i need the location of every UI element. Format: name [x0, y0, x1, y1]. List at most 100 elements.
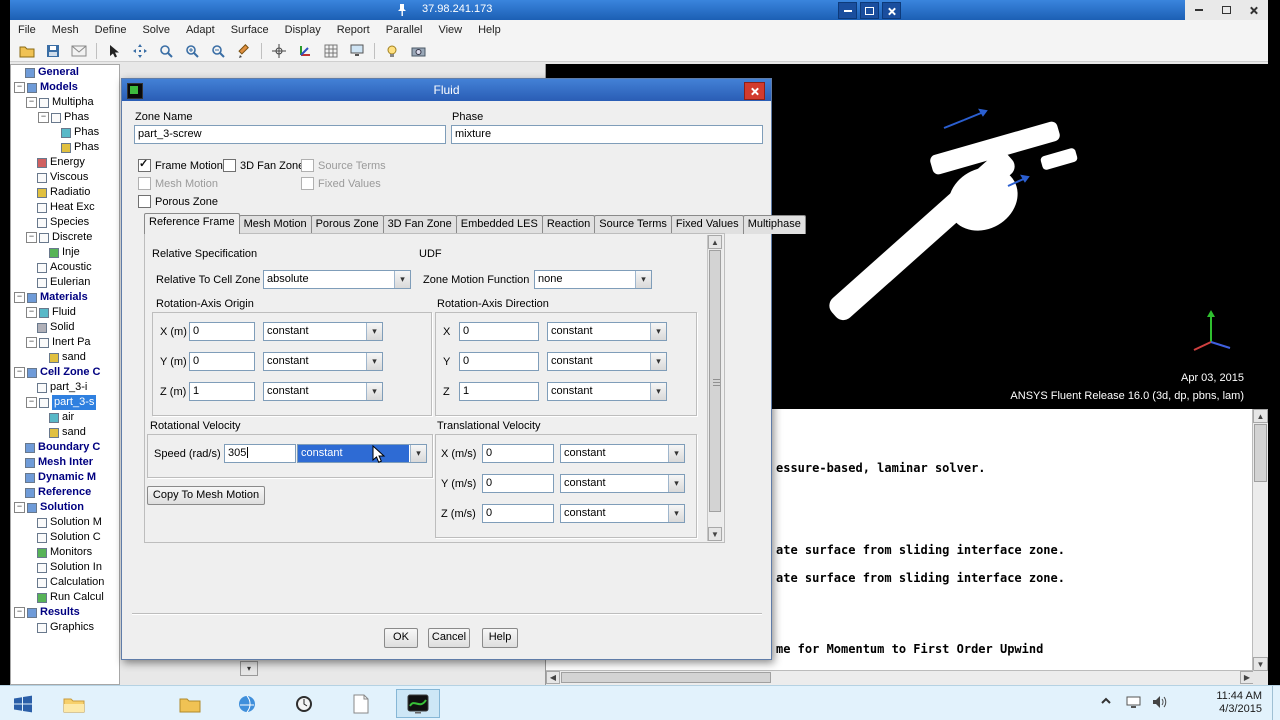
z-origin-fn-select[interactable]: constant [263, 382, 383, 401]
tree-item-phase[interactable]: Phas [11, 140, 119, 155]
relative-to-cell-zone-select[interactable]: absolute [263, 270, 411, 289]
y-velocity-input[interactable]: 0 [482, 474, 554, 493]
menu-mesh[interactable]: Mesh [44, 20, 87, 40]
volume-icon[interactable] [1152, 695, 1168, 712]
tree-item-solution-controls[interactable]: Solution C [11, 530, 119, 545]
x-origin-fn-select[interactable]: constant [263, 322, 383, 341]
tree-item-phases[interactable]: Phas [11, 110, 119, 125]
scroll-thumb[interactable] [1254, 424, 1267, 482]
tree-item-sand[interactable]: sand [11, 350, 119, 365]
tree-item-part3-inlet[interactable]: part_3-i [11, 380, 119, 395]
dialog-scrollbar[interactable]: ▲ ▼ [707, 235, 723, 541]
ok-button[interactable]: OK [384, 628, 418, 648]
menu-solve[interactable]: Solve [134, 20, 178, 40]
network-icon[interactable] [1126, 695, 1142, 712]
lights-icon[interactable] [379, 40, 405, 62]
tree-item-monitors[interactable]: Monitors [11, 545, 119, 560]
collapse-icon[interactable] [14, 82, 25, 93]
y-velocity-fn-select[interactable]: constant [560, 474, 685, 493]
collapse-icon[interactable] [14, 607, 25, 618]
fan-zone-checkbox[interactable]: 3D Fan Zone [223, 159, 304, 172]
start-button[interactable] [2, 689, 44, 718]
tab-mesh-motion[interactable]: Mesh Motion [238, 215, 312, 234]
z-velocity-fn-select[interactable]: constant [560, 504, 685, 523]
menu-help[interactable]: Help [470, 20, 509, 40]
rdp-close-button[interactable] [882, 2, 901, 19]
tree-item-species[interactable]: Species [11, 215, 119, 230]
x-velocity-input[interactable]: 0 [482, 444, 554, 463]
taskbar-document-app[interactable] [339, 689, 383, 718]
scroll-thumb[interactable] [709, 250, 721, 512]
pointer-icon[interactable] [101, 40, 127, 62]
taskbar-clock-app[interactable] [282, 689, 326, 718]
scroll-right-icon[interactable]: ▶ [1240, 671, 1254, 684]
z-velocity-input[interactable]: 0 [482, 504, 554, 523]
tree-item-solution-methods[interactable]: Solution M [11, 515, 119, 530]
open-icon[interactable] [14, 40, 40, 62]
tree-item-solid[interactable]: Solid [11, 320, 119, 335]
monitor-icon[interactable] [344, 40, 370, 62]
menu-adapt[interactable]: Adapt [178, 20, 223, 40]
tree-item-cell-zone-conditions[interactable]: Cell Zone C [11, 365, 119, 380]
window-maximize-button[interactable] [1215, 2, 1237, 18]
tree-item-acoustics[interactable]: Acoustic [11, 260, 119, 275]
cancel-button[interactable]: Cancel [428, 628, 470, 648]
tab-multiphase[interactable]: Multiphase [742, 215, 806, 234]
tab-reaction[interactable]: Reaction [541, 215, 596, 234]
save-icon[interactable] [40, 40, 66, 62]
hidden-combo-fragment[interactable]: ▾ [240, 661, 258, 676]
pin-icon[interactable] [396, 3, 408, 20]
tab-source-terms[interactable]: Source Terms [594, 215, 672, 234]
tree-item-general[interactable]: General [11, 65, 119, 80]
menu-report[interactable]: Report [329, 20, 378, 40]
tab-embedded-les[interactable]: Embedded LES [455, 215, 543, 234]
z-origin-input[interactable]: 1 [189, 382, 255, 401]
tree-item-viscous[interactable]: Viscous [11, 170, 119, 185]
scroll-down-icon[interactable]: ▼ [708, 527, 722, 541]
tree-item-heat-exchanger[interactable]: Heat Exc [11, 200, 119, 215]
window-minimize-button[interactable] [1188, 2, 1210, 18]
mesh-motion-checkbox[interactable]: Mesh Motion [138, 177, 218, 190]
zoom-in-icon[interactable] [179, 40, 205, 62]
tree-item-models[interactable]: Models [11, 80, 119, 95]
zoom-out-icon[interactable] [205, 40, 231, 62]
tree-item-solution-initialization[interactable]: Solution In [11, 560, 119, 575]
pan-icon[interactable] [127, 40, 153, 62]
scroll-left-icon[interactable]: ◀ [546, 671, 560, 684]
y-origin-fn-select[interactable]: constant [263, 352, 383, 371]
tree-item-materials[interactable]: Materials [11, 290, 119, 305]
rdp-restore-button[interactable] [860, 2, 879, 19]
dialog-title-bar[interactable]: Fluid [122, 79, 771, 101]
z-direction-input[interactable]: 1 [459, 382, 539, 401]
probe-icon[interactable] [266, 40, 292, 62]
tray-expand-icon[interactable] [1100, 695, 1112, 710]
x-velocity-fn-select[interactable]: constant [560, 444, 685, 463]
tree-item-reference-values[interactable]: Reference [11, 485, 119, 500]
x-origin-input[interactable]: 0 [189, 322, 255, 341]
tree-item-injections[interactable]: Inje [11, 245, 119, 260]
tree-item-dynamic-mesh[interactable]: Dynamic M [11, 470, 119, 485]
speed-input[interactable]: 305 [224, 444, 296, 463]
show-desktop-button[interactable] [1272, 686, 1280, 720]
phase-input[interactable]: mixture [451, 125, 763, 144]
tree-item-discrete-phase[interactable]: Discrete [11, 230, 119, 245]
tree-item-results[interactable]: Results [11, 605, 119, 620]
console-vertical-scrollbar[interactable]: ▲ ▼ [1252, 409, 1268, 671]
tree-item-run-calculation[interactable]: Run Calcul [11, 590, 119, 605]
console-horizontal-scrollbar[interactable]: ◀ ▶ [546, 670, 1254, 685]
tree-item-mesh-interfaces[interactable]: Mesh Inter [11, 455, 119, 470]
axes-icon[interactable] [292, 40, 318, 62]
collapse-icon[interactable] [26, 97, 37, 108]
fixed-values-checkbox[interactable]: Fixed Values [301, 177, 381, 190]
menu-surface[interactable]: Surface [223, 20, 277, 40]
grid-icon[interactable] [318, 40, 344, 62]
collapse-icon[interactable] [38, 112, 49, 123]
zone-motion-function-select[interactable]: none [534, 270, 652, 289]
menu-parallel[interactable]: Parallel [378, 20, 431, 40]
collapse-icon[interactable] [26, 307, 37, 318]
menu-display[interactable]: Display [277, 20, 329, 40]
tree-item-calculation-activities[interactable]: Calculation [11, 575, 119, 590]
speed-fn-select[interactable]: constant [297, 444, 427, 463]
zone-name-input[interactable]: part_3-screw [134, 125, 446, 144]
tree-item-fluid[interactable]: Fluid [11, 305, 119, 320]
